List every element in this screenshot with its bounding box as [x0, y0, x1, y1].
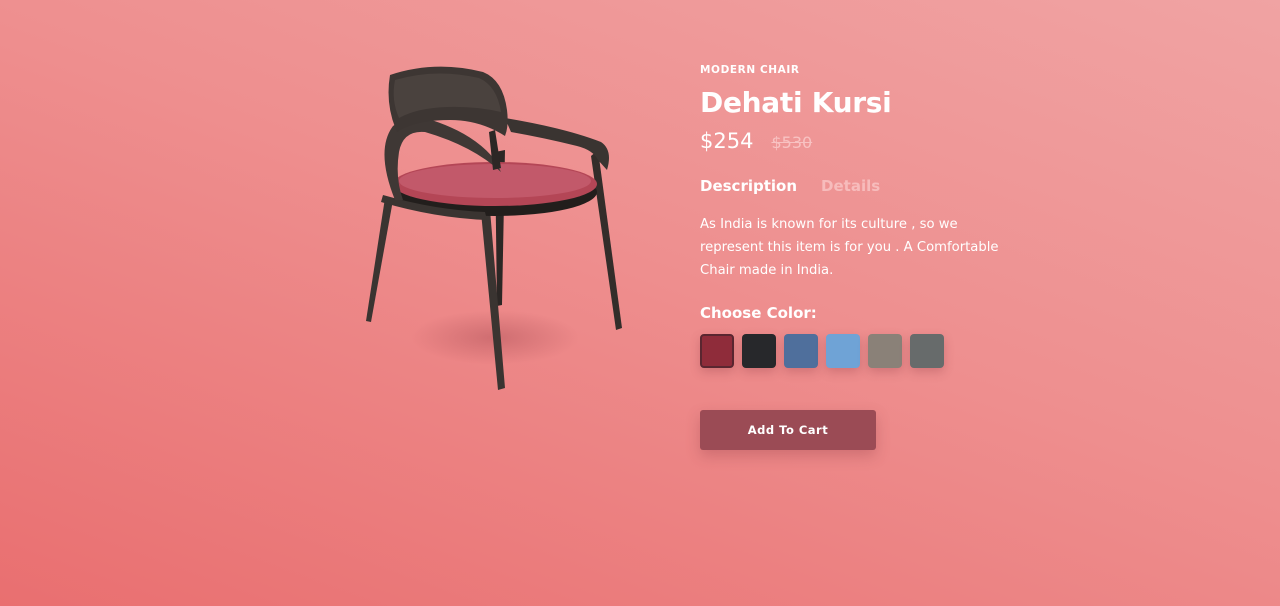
swatch-charcoal[interactable] — [910, 334, 944, 368]
product-title: Dehati Kursi — [700, 86, 892, 119]
chair-illustration — [366, 66, 622, 390]
product-image — [355, 60, 635, 400]
color-swatches — [700, 334, 1020, 368]
product-description: As India is known for its culture , so w… — [700, 217, 999, 278]
product-info: MODERN CHAIR Dehati Kursi $254 $530 Desc… — [700, 64, 1020, 450]
product-category: MODERN CHAIR — [700, 64, 800, 76]
swatch-denim[interactable] — [784, 334, 818, 368]
swatch-taupe[interactable] — [868, 334, 902, 368]
tab-details[interactable]: Details — [821, 177, 880, 195]
color-picker-label: Choose Color: — [700, 304, 817, 322]
add-to-cart-button[interactable]: Add To Cart — [700, 410, 876, 450]
current-price: $254 — [700, 129, 754, 153]
original-price: $530 — [771, 133, 813, 152]
swatch-maroon[interactable] — [700, 334, 734, 368]
swatch-black[interactable] — [742, 334, 776, 368]
tab-description[interactable]: Description — [700, 177, 797, 195]
product-page: MODERN CHAIR Dehati Kursi $254 $530 Desc… — [0, 0, 1280, 606]
price-block: $254 $530 — [700, 129, 1020, 153]
info-tabs: Description Details — [700, 177, 1020, 195]
swatch-light-blue[interactable] — [826, 334, 860, 368]
